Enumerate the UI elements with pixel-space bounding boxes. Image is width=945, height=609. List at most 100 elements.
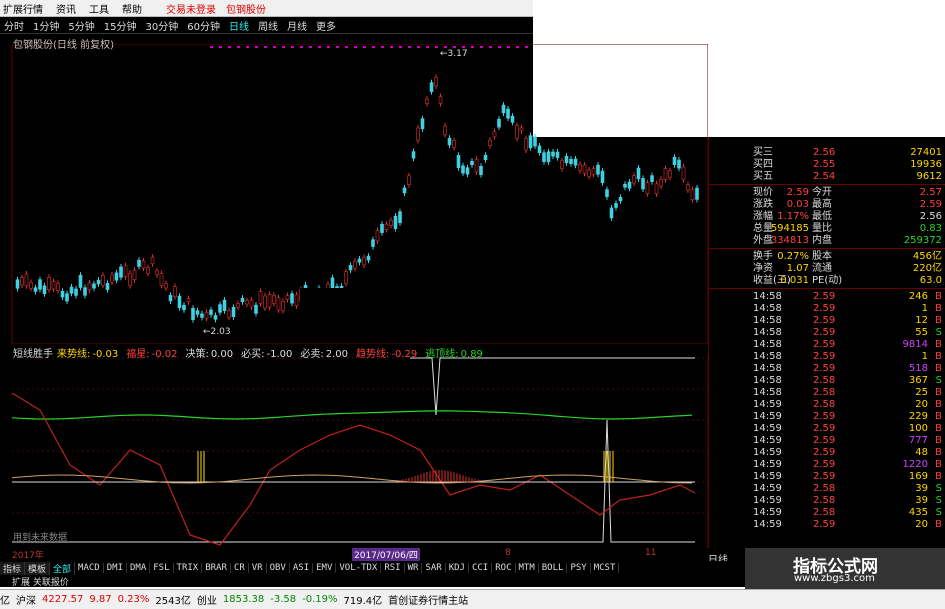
candle	[479, 165, 483, 175]
period-tab[interactable]: 分时	[0, 18, 29, 33]
period-tab[interactable]: 60分钟	[183, 18, 225, 33]
indicator-tab[interactable]: EMV	[313, 563, 337, 573]
candle	[609, 207, 614, 219]
signal-dot	[354, 46, 357, 48]
tick-time: 14:58	[753, 303, 782, 314]
candle	[150, 256, 155, 265]
indicator-label: 必卖:	[300, 349, 324, 360]
indicator-tab[interactable]: 全部	[50, 561, 76, 575]
candle	[231, 307, 236, 318]
indicator-value: -0.02	[151, 349, 178, 360]
candle	[353, 260, 357, 269]
indicator-tab[interactable]: BRAR	[202, 563, 231, 573]
candle	[690, 189, 695, 201]
indicator-tab[interactable]: CR	[231, 563, 249, 573]
candle	[245, 300, 249, 305]
indicator-tab[interactable]: RSI	[381, 563, 405, 573]
menu-item[interactable]: 资讯	[53, 1, 86, 16]
stat-value: 0.03	[786, 199, 809, 210]
indicator-tab[interactable]: MACD	[75, 563, 104, 573]
period-tab[interactable]: 周线	[254, 18, 283, 33]
indicator-tab[interactable]: BOLL	[539, 563, 568, 573]
tick-time: 14:58	[753, 387, 782, 398]
tick-price: 2.59	[813, 411, 836, 422]
indicator-tab[interactable]: VOL-TDX	[336, 563, 382, 573]
period-tab[interactable]: 15分钟	[100, 18, 142, 33]
menu-item[interactable]: 扩展行情	[0, 1, 53, 16]
period-tab[interactable]: 5分钟	[64, 18, 99, 33]
candle	[51, 281, 56, 290]
indicator-tab[interactable]: FSL	[150, 563, 174, 573]
period-tab[interactable]: 1分钟	[29, 18, 64, 33]
candle	[236, 303, 240, 308]
signal-dot	[390, 46, 393, 48]
candle	[195, 310, 200, 315]
tick-volume: 55	[915, 327, 928, 338]
bid-level-name: 买四	[753, 159, 773, 170]
indicator-tab[interactable]: ASI	[290, 563, 314, 573]
kline-chart[interactable]: ←3.17←2.032.682.882.682.482.28	[0, 44, 708, 344]
date-month: 11	[645, 548, 657, 558]
indicator-tab[interactable]: MTM	[516, 563, 539, 573]
indicator-tab[interactable]: KDJ	[446, 563, 469, 573]
period-tab[interactable]: 更多	[312, 18, 341, 33]
quote-panel[interactable]: 买三 2.56 27401 买四 2.55 19936 买五 2.54 9612 现价 2.59 今开…	[708, 137, 945, 559]
candle	[209, 309, 213, 315]
indicator-tab[interactable]: DMI	[104, 563, 127, 573]
indicator-chart[interactable]: 2.001.501.000.500.00-0.50用到未来数据	[0, 355, 745, 548]
indicator-tab[interactable]: OBV	[267, 563, 290, 573]
candle	[425, 98, 429, 104]
indicator-tab[interactable]: 模板	[25, 561, 51, 575]
candle	[33, 287, 38, 292]
tick-row: 14:58 2.59 246 B	[709, 291, 945, 303]
indicator-tab[interactable]: VR	[249, 563, 267, 573]
stat-row: 换手 0.27% 股本 456亿	[709, 251, 945, 263]
period-tab[interactable]: 月线	[283, 18, 312, 33]
period-tab[interactable]: 日线	[225, 18, 254, 33]
tick-time: 14:58	[753, 291, 782, 302]
candle	[74, 288, 78, 296]
menu-item[interactable]: 帮助	[119, 1, 152, 16]
candle	[461, 165, 465, 174]
candle	[591, 168, 596, 175]
indicator-tab[interactable]: TRIX	[174, 563, 203, 573]
indicator-tab[interactable]: CCI	[469, 563, 493, 573]
tick-price: 2.59	[813, 339, 836, 350]
tick-price: 2.58	[813, 387, 836, 398]
secondary-tab-label[interactable]: 扩展 关联报价	[12, 578, 69, 588]
tick-time: 14:59	[753, 411, 782, 422]
indicator-tab[interactable]: WR	[405, 563, 423, 573]
indicator-tab[interactable]: PSY	[567, 563, 591, 573]
stat-value: 0.27%	[777, 251, 809, 262]
stat-value: 1.07	[786, 263, 809, 274]
candle	[524, 138, 528, 151]
indicator-tab[interactable]: ROC	[492, 563, 516, 573]
candle	[254, 304, 258, 314]
secondary-tabs[interactable]: 扩展 关联报价	[0, 575, 745, 588]
tick-direction: B	[935, 363, 942, 374]
tick-price: 2.59	[813, 471, 836, 482]
tick-row: 14:58 2.59 1 B	[709, 303, 945, 315]
tick-price: 2.59	[813, 423, 836, 434]
tick-direction: S	[935, 495, 942, 506]
indicator-item: 来势线: -0.03	[57, 349, 122, 360]
indicator-tab[interactable]: MCST	[591, 563, 620, 573]
indicator-tab[interactable]: SAR	[422, 563, 446, 573]
indicator-tab[interactable]: 指标	[0, 561, 26, 575]
tick-time: 14:59	[753, 447, 782, 458]
candle	[132, 269, 137, 280]
indicator-tabs[interactable]: 指标 模板 全部 MACD DMI DMA FSL TRIX BRAR CR VR OBV ASI EMV…	[0, 561, 745, 575]
indicator-tab[interactable]: DMA	[127, 563, 151, 573]
tick-volume: 229	[908, 411, 928, 422]
indicator-item: 必买: -1.00	[241, 349, 296, 360]
signal-dot	[264, 46, 267, 48]
candle	[155, 270, 159, 276]
tick-direction: B	[935, 471, 942, 482]
login-warning[interactable]: 交易未登录	[166, 1, 216, 16]
period-tab[interactable]: 30分钟	[141, 18, 183, 33]
signal-dot	[327, 46, 330, 48]
status-item: -0.19%	[302, 594, 338, 605]
status-item: 719.4亿	[343, 596, 383, 607]
candle	[38, 279, 42, 290]
menu-item[interactable]: 工具	[86, 1, 119, 16]
